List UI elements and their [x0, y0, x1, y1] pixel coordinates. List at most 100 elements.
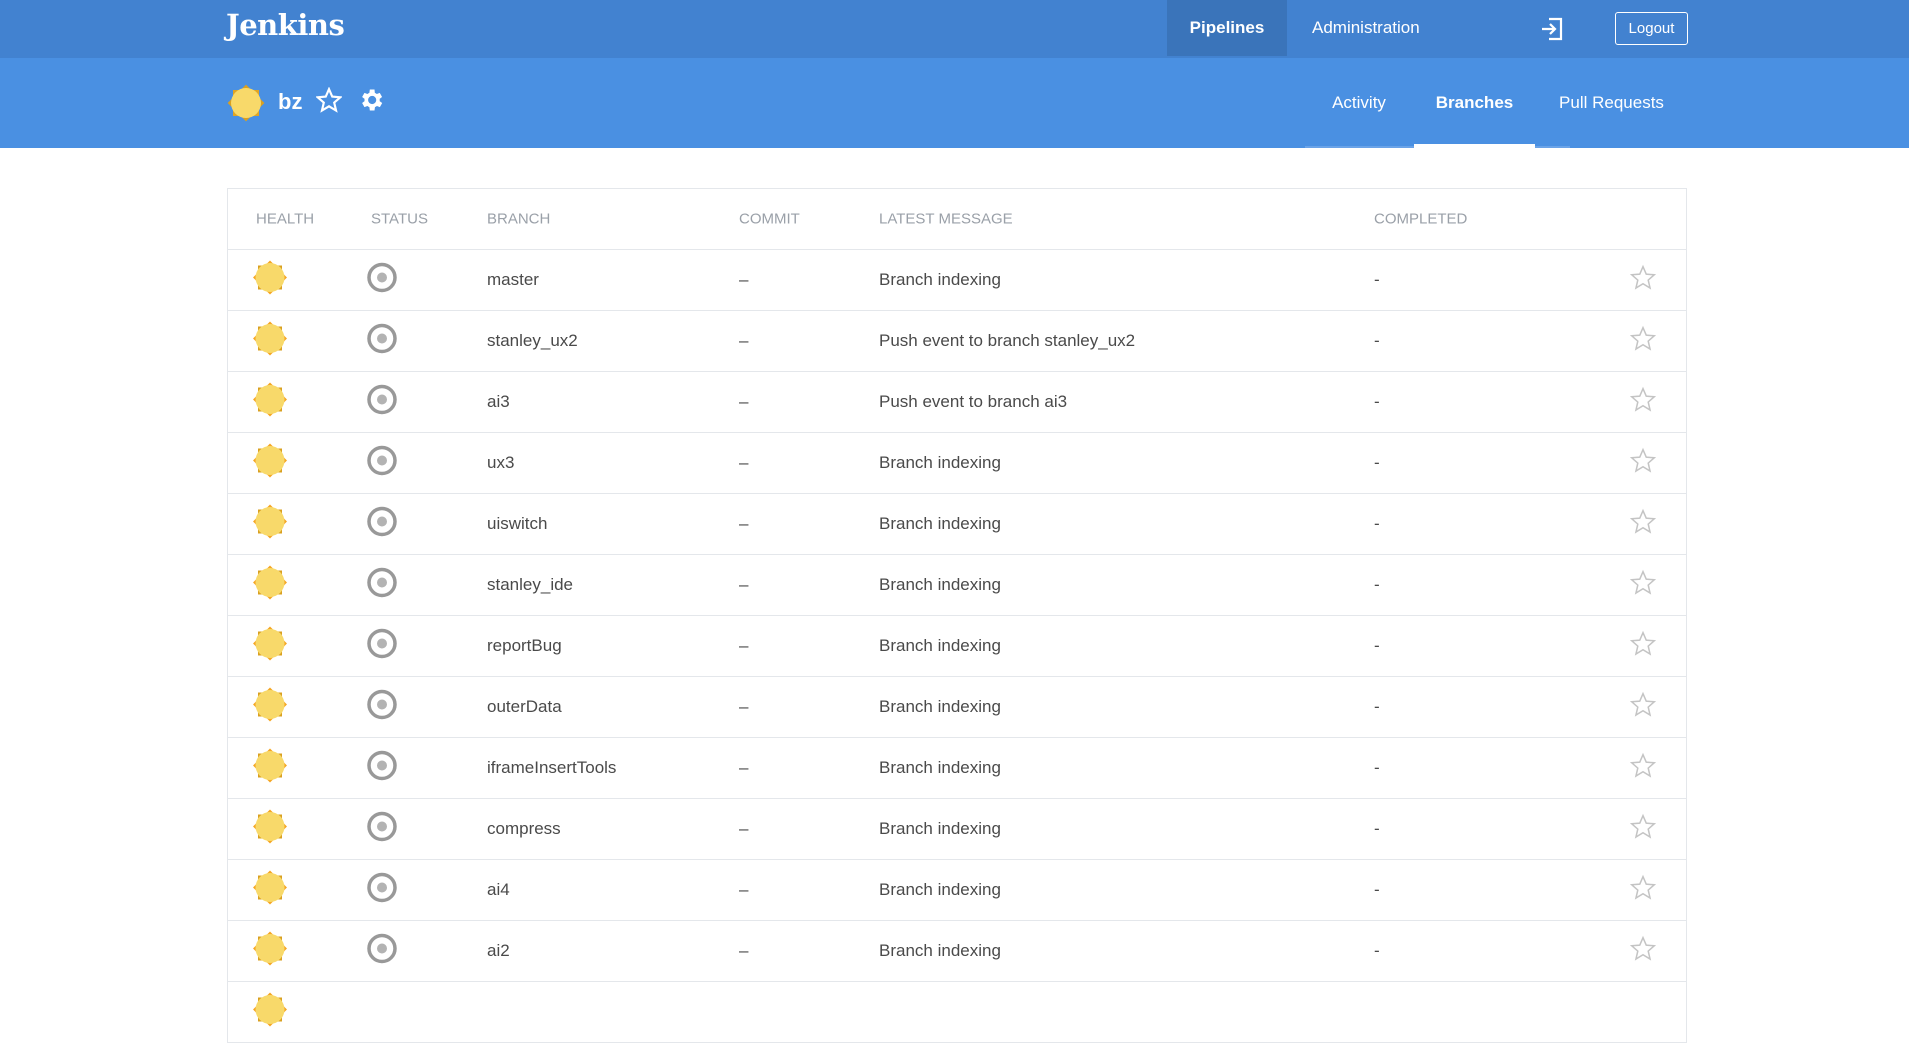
- completed-time: -: [1374, 575, 1380, 594]
- commit-id: –: [739, 941, 749, 960]
- latest-message: Branch indexing: [879, 270, 1001, 289]
- latest-message: Push event to branch stanley_ux2: [879, 331, 1136, 350]
- latest-message: Branch indexing: [879, 636, 1001, 655]
- branch-name[interactable]: ai2: [487, 941, 510, 961]
- latest-message: Branch indexing: [879, 819, 1001, 838]
- header-commit: Commit: [739, 210, 800, 228]
- tab-branches[interactable]: Branches: [1414, 58, 1535, 148]
- branch-name[interactable]: stanley_ux2: [487, 331, 578, 351]
- branch-name[interactable]: stanley_ide: [487, 575, 573, 595]
- latest-message: Push event to branch ai3: [879, 392, 1068, 411]
- branch-name[interactable]: master: [487, 270, 539, 290]
- header-branch: Branch: [487, 210, 551, 228]
- branch-name[interactable]: iframeInsertTools: [487, 758, 616, 778]
- login-icon[interactable]: [1540, 16, 1564, 42]
- commit-id: –: [739, 880, 749, 899]
- jenkins-logo[interactable]: Jenkins: [226, 8, 345, 42]
- pipeline-name[interactable]: bz: [278, 89, 302, 115]
- status-not-built-icon: [366, 689, 398, 726]
- nav-administration[interactable]: Administration: [1312, 0, 1420, 56]
- favorite-star-icon[interactable]: [1629, 935, 1657, 967]
- status-not-built-icon: [366, 872, 398, 909]
- health-sunny-icon: [250, 258, 290, 303]
- branch-name[interactable]: outerData: [487, 697, 562, 717]
- latest-message: Branch indexing: [879, 453, 1001, 472]
- commit-id: –: [739, 331, 749, 350]
- table-row[interactable]: ai4 – Branch indexing -: [228, 860, 1686, 921]
- health-sunny-icon: [250, 380, 290, 425]
- latest-message: Branch indexing: [879, 758, 1001, 777]
- pipeline-header: bz Activity Branches Pull Requests: [0, 58, 1909, 148]
- favorite-star-icon[interactable]: [316, 87, 342, 113]
- completed-time: -: [1374, 880, 1380, 899]
- weather-sunny-icon: [227, 84, 265, 122]
- completed-time: -: [1374, 636, 1380, 655]
- header-completed: Completed: [1374, 210, 1468, 228]
- latest-message: Branch indexing: [879, 575, 1001, 594]
- table-row[interactable]: master – Branch indexing -: [228, 250, 1686, 311]
- commit-id: –: [739, 819, 749, 838]
- health-sunny-icon: [250, 563, 290, 608]
- health-sunny-icon: [250, 929, 290, 974]
- favorite-star-icon[interactable]: [1629, 386, 1657, 418]
- favorite-star-icon[interactable]: [1629, 447, 1657, 479]
- table-row[interactable]: ai2 – Branch indexing -: [228, 921, 1686, 982]
- completed-time: -: [1374, 392, 1380, 411]
- health-sunny-icon: [250, 807, 290, 852]
- latest-message: Branch indexing: [879, 514, 1001, 533]
- health-sunny-icon: [250, 624, 290, 669]
- status-not-built-icon: [366, 262, 398, 299]
- health-sunny-icon: [250, 746, 290, 791]
- table-row[interactable]: stanley_ide – Branch indexing -: [228, 555, 1686, 616]
- branch-name[interactable]: ux3: [487, 453, 514, 473]
- branch-name[interactable]: ai4: [487, 880, 510, 900]
- favorite-star-icon[interactable]: [1629, 630, 1657, 662]
- table-row[interactable]: ux3 – Branch indexing -: [228, 433, 1686, 494]
- branch-name[interactable]: reportBug: [487, 636, 562, 656]
- header-latest-message: Latest Message: [879, 210, 1013, 228]
- branch-name[interactable]: ai3: [487, 392, 510, 412]
- favorite-star-icon[interactable]: [1629, 691, 1657, 723]
- favorite-star-icon[interactable]: [1629, 752, 1657, 784]
- health-sunny-icon: [250, 441, 290, 486]
- health-sunny-icon: [250, 868, 290, 913]
- logout-button[interactable]: Logout: [1615, 12, 1688, 45]
- branch-name[interactable]: compress: [487, 819, 561, 839]
- completed-time: -: [1374, 819, 1380, 838]
- status-not-built-icon: [366, 506, 398, 543]
- favorite-star-icon[interactable]: [1629, 569, 1657, 601]
- table-row[interactable]: [228, 982, 1686, 1043]
- top-navbar: Jenkins Pipelines Administration Logout: [0, 0, 1909, 58]
- table-row[interactable]: ai3 – Push event to branch ai3 -: [228, 372, 1686, 433]
- nav-pipelines[interactable]: Pipelines: [1167, 0, 1287, 56]
- table-row[interactable]: outerData – Branch indexing -: [228, 677, 1686, 738]
- table-row[interactable]: stanley_ux2 – Push event to branch stanl…: [228, 311, 1686, 372]
- latest-message: Branch indexing: [879, 941, 1001, 960]
- table-row[interactable]: uiswitch – Branch indexing -: [228, 494, 1686, 555]
- status-not-built-icon: [366, 750, 398, 787]
- completed-time: -: [1374, 514, 1380, 533]
- completed-time: -: [1374, 758, 1380, 777]
- tab-pull-requests[interactable]: Pull Requests: [1536, 58, 1687, 148]
- completed-time: -: [1374, 270, 1380, 289]
- table-row[interactable]: reportBug – Branch indexing -: [228, 616, 1686, 677]
- commit-id: –: [739, 392, 749, 411]
- tab-activity[interactable]: Activity: [1305, 58, 1413, 148]
- commit-id: –: [739, 270, 749, 289]
- favorite-star-icon[interactable]: [1629, 508, 1657, 540]
- table-row[interactable]: compress – Branch indexing -: [228, 799, 1686, 860]
- completed-time: -: [1374, 453, 1380, 472]
- latest-message: Branch indexing: [879, 697, 1001, 716]
- favorite-star-icon[interactable]: [1629, 264, 1657, 296]
- health-sunny-icon: [250, 319, 290, 364]
- table-row[interactable]: iframeInsertTools – Branch indexing -: [228, 738, 1686, 799]
- favorite-star-icon[interactable]: [1629, 813, 1657, 845]
- status-not-built-icon: [366, 933, 398, 970]
- branch-name[interactable]: uiswitch: [487, 514, 547, 534]
- favorite-star-icon[interactable]: [1629, 325, 1657, 357]
- commit-id: –: [739, 575, 749, 594]
- settings-gear-icon[interactable]: [357, 86, 385, 114]
- favorite-star-icon[interactable]: [1629, 874, 1657, 906]
- status-not-built-icon: [366, 628, 398, 665]
- health-sunny-icon: [250, 502, 290, 547]
